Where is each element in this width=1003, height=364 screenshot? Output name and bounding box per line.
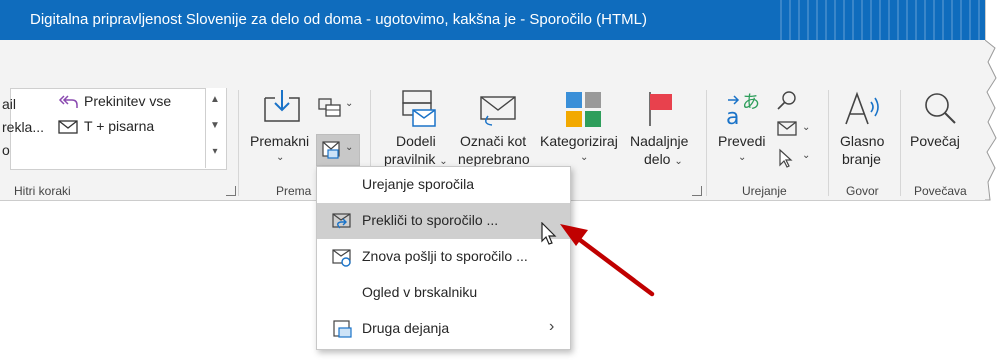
related-mail-icon (777, 121, 797, 136)
chevron-right-icon: › (549, 318, 555, 335)
follow-up-button[interactable]: Nadaljnje delo ⌄ (630, 88, 694, 168)
zoom-icon (925, 93, 956, 124)
read-aloud-button[interactable]: Glasno branje (836, 88, 892, 168)
mark-unread-button[interactable]: Označi kot neprebrano (458, 88, 538, 168)
mail-icon (58, 120, 78, 134)
chevron-down-icon: ⌄ (345, 98, 354, 109)
zoom-label: Povečaj (910, 133, 960, 149)
window-title: Digitalna pripravljenost Slovenije za de… (30, 11, 647, 28)
quick-step-fragment-1: ail (2, 96, 17, 112)
assign-policy-label-1: Dodeli (396, 133, 436, 149)
mark-unread-icon (480, 96, 516, 126)
message-actions-icon (322, 141, 340, 159)
tab-strip-area (0, 40, 985, 82)
group-separator (828, 90, 829, 196)
quick-steps-dialog-launcher[interactable] (226, 186, 236, 196)
menu-item-view-in-browser[interactable]: Ogled v brskalniku (317, 275, 570, 311)
group-separator (706, 90, 707, 196)
translate-button[interactable]: a あ Prevedi ⌄ (716, 88, 772, 168)
recall-message-icon (332, 213, 351, 229)
chevron-down-icon: ⌄ (802, 150, 811, 161)
menu-item-label: Znova pošlji to sporočilo ... (362, 248, 528, 264)
gallery-more-button[interactable]: ▾ (206, 146, 224, 157)
reply-all-icon (58, 95, 78, 108)
actions-button[interactable]: ⌄ (316, 134, 360, 166)
select-button[interactable]: ⌄ (776, 148, 816, 170)
red-annotation-arrow (560, 224, 655, 297)
find-button[interactable] (776, 90, 800, 112)
follow-up-label-2: delo ⌄ (644, 151, 683, 167)
gallery-scroll-down-button[interactable]: ▼ (206, 120, 224, 131)
menu-item-label: Ogled v brskalniku (362, 284, 478, 300)
group-label-move: Prema (276, 184, 312, 198)
chevron-down-icon: ⌄ (738, 152, 747, 163)
chevron-down-icon: ⌄ (345, 142, 354, 153)
read-aloud-icon (845, 91, 879, 125)
categorize-icon (566, 92, 601, 127)
menu-item-recall-message[interactable]: Prekliči to sporočilo ... (317, 203, 570, 239)
quick-step-pisarna[interactable]: T + pisarna (58, 117, 203, 139)
quick-step-label: Prekinitev vse (84, 93, 172, 109)
group-separator (238, 90, 239, 196)
group-separator (900, 90, 901, 196)
move-button[interactable]: Premakni ⌄ (248, 88, 314, 163)
categorize-label: Kategoriziraj (540, 133, 618, 149)
quick-step-fragment-2: rekla... (2, 119, 45, 135)
rules-button[interactable]: ⌄ (317, 96, 357, 120)
chevron-down-icon: ⌄ (276, 152, 285, 163)
group-label-editing: Urejanje (742, 184, 787, 198)
move-to-folder-icon (264, 90, 300, 122)
read-aloud-label-1: Glasno (840, 133, 885, 149)
translate-label: Prevedi (718, 133, 766, 149)
menu-item-label: Urejanje sporočila (362, 176, 475, 192)
translate-icon: a あ (726, 92, 760, 128)
svg-text:a: a (726, 105, 739, 128)
window-titlebar: Digitalna pripravljenost Slovenije za de… (0, 0, 985, 40)
mark-unread-label-1: Označi kot (460, 133, 527, 149)
quick-step-label: T + pisarna (84, 118, 155, 134)
menu-item-edit-message[interactable]: Urejanje sporočila (317, 167, 570, 203)
menu-item-label: Druga dejanja (362, 320, 450, 336)
assign-policy-button[interactable]: Dodeli pravilnik ⌄ (384, 88, 454, 168)
menu-item-resend-message[interactable]: Znova pošlji to sporočilo ... (317, 239, 570, 275)
chevron-down-icon: ⌄ (802, 122, 811, 133)
select-cursor-icon (779, 148, 793, 168)
move-label: Premakni (250, 133, 310, 149)
chevron-down-icon: ⌄ (580, 152, 589, 163)
other-actions-icon (333, 320, 352, 338)
categorize-button[interactable]: Kategoriziraj ⌄ (540, 88, 628, 168)
quick-step-prekinitev[interactable]: Prekinitev vse (58, 92, 203, 114)
zoom-button[interactable]: Povečaj (908, 88, 972, 168)
resend-message-icon (332, 249, 351, 267)
read-aloud-label-2: branje (842, 151, 881, 167)
group-label-zoom: Povečava (914, 184, 967, 198)
gallery-scroll-up-button[interactable]: ▲ (206, 94, 224, 105)
rules-icon (318, 98, 341, 117)
flag-icon (649, 92, 672, 126)
related-button[interactable]: ⌄ (776, 120, 816, 142)
quick-step-fragment-3: o (2, 142, 10, 158)
actions-dropdown-menu: Urejanje sporočila Prekliči to sporočilo… (316, 166, 571, 350)
menu-item-label: Prekliči to sporočilo ... (362, 212, 499, 228)
search-icon (777, 91, 796, 110)
group-label-quick-steps: Hitri koraki (14, 184, 71, 198)
menu-item-other-actions[interactable]: Druga dejanja › (317, 311, 570, 347)
svg-text:あ: あ (742, 92, 760, 113)
group-label-speech: Govor (846, 184, 879, 198)
titlebar-pattern (780, 0, 985, 40)
tags-dialog-launcher[interactable] (692, 186, 702, 196)
assign-policy-icon (402, 90, 436, 127)
follow-up-label-1: Nadaljnje (630, 133, 689, 149)
